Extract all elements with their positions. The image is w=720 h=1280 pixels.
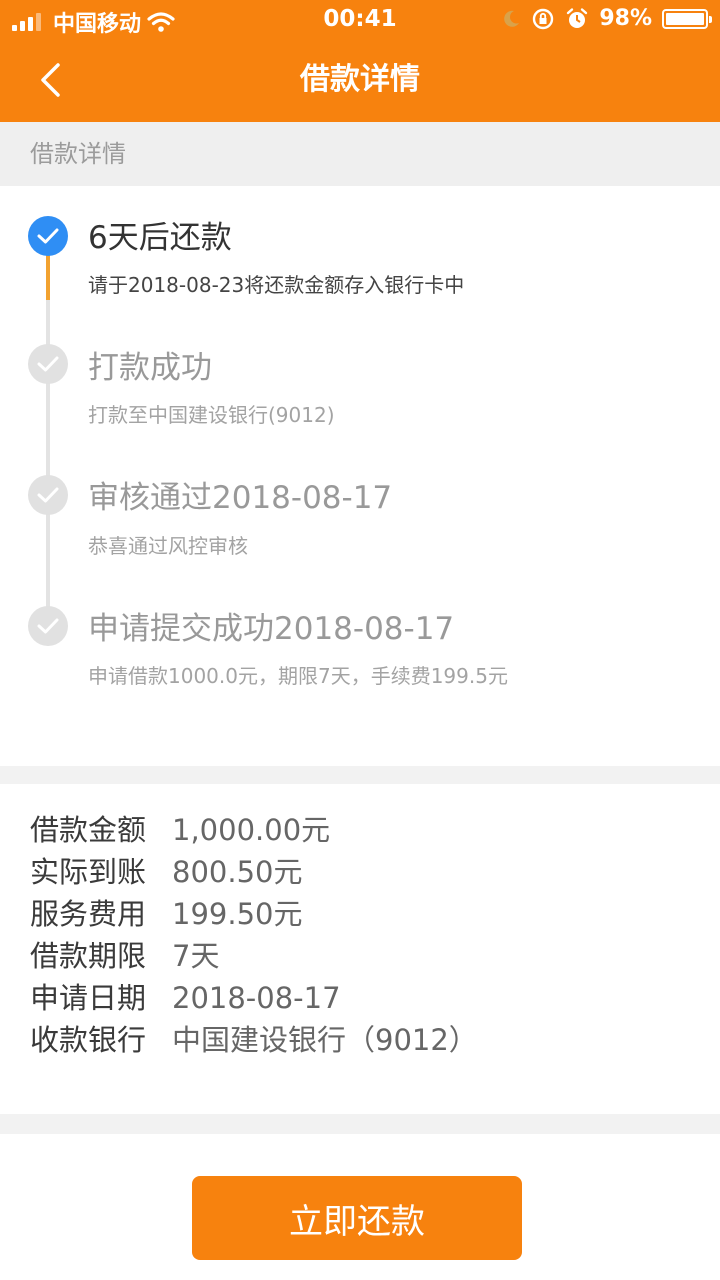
detail-value: 7天 xyxy=(172,939,220,973)
page-title: 借款详情 xyxy=(300,62,420,97)
loan-timeline: 6天后还款 请于2018-08-23将还款金额存入银行卡中 打款成功 打款至中国… xyxy=(0,186,720,766)
detail-row: 借款期限 7天 xyxy=(30,936,219,976)
battery-icon xyxy=(662,8,712,29)
status-right: 98% xyxy=(501,6,712,31)
detail-row: 收款银行 中国建设银行（9012） xyxy=(30,1020,478,1060)
status-bar: 中国移动 00:41 98% xyxy=(0,0,720,40)
header: 中国移动 00:41 98% 借款详情 xyxy=(0,0,720,122)
detail-label: 服务费用 xyxy=(30,897,147,931)
section-divider xyxy=(0,766,720,784)
battery-percent: 98% xyxy=(599,6,652,31)
detail-row: 实际到账 800.50元 xyxy=(30,852,302,892)
detail-row: 服务费用 199.50元 xyxy=(30,894,302,934)
detail-label: 收款银行 xyxy=(30,1023,147,1057)
detail-label: 借款金额 xyxy=(30,813,147,847)
detail-row: 借款金额 1,000.00元 xyxy=(30,810,330,850)
step-title: 审核通过2018-08-17 xyxy=(88,480,393,516)
detail-label: 借款期限 xyxy=(30,939,147,973)
section-label: 借款详情 xyxy=(0,122,720,186)
step-check-icon xyxy=(28,475,68,515)
step-subtitle: 恭喜通过风控审核 xyxy=(88,534,248,558)
detail-label: 申请日期 xyxy=(30,981,147,1015)
step-title: 6天后还款 xyxy=(88,220,232,256)
alarm-icon xyxy=(567,7,588,28)
step-subtitle: 打款至中国建设银行(9012) xyxy=(88,403,335,427)
step-title: 打款成功 xyxy=(88,350,212,386)
loan-details: 借款金额 1,000.00元 实际到账 800.50元 服务费用 199.50元… xyxy=(0,784,720,1114)
detail-value: 2018-08-17 xyxy=(172,981,341,1015)
detail-value: 800.50元 xyxy=(172,855,303,889)
section-divider xyxy=(0,1114,720,1134)
rotation-lock-icon xyxy=(533,8,554,29)
step-subtitle: 请于2018-08-23将还款金额存入银行卡中 xyxy=(88,273,465,297)
detail-value: 中国建设银行（9012） xyxy=(172,1023,478,1057)
step-check-icon xyxy=(28,606,68,646)
detail-label: 实际到账 xyxy=(30,855,147,889)
detail-row: 申请日期 2018-08-17 xyxy=(30,978,341,1018)
step-check-icon xyxy=(28,216,68,256)
detail-value: 1,000.00元 xyxy=(172,813,331,847)
step-title: 申请提交成功2018-08-17 xyxy=(88,611,455,647)
detail-value: 199.50元 xyxy=(172,897,303,931)
timeline-line-active xyxy=(46,252,50,300)
step-subtitle: 申请借款1000.0元，期限7天，手续费199.5元 xyxy=(88,664,508,688)
repay-now-button[interactable]: 立即还款 xyxy=(192,1176,522,1260)
moon-icon xyxy=(504,10,520,27)
step-check-icon xyxy=(28,344,68,384)
